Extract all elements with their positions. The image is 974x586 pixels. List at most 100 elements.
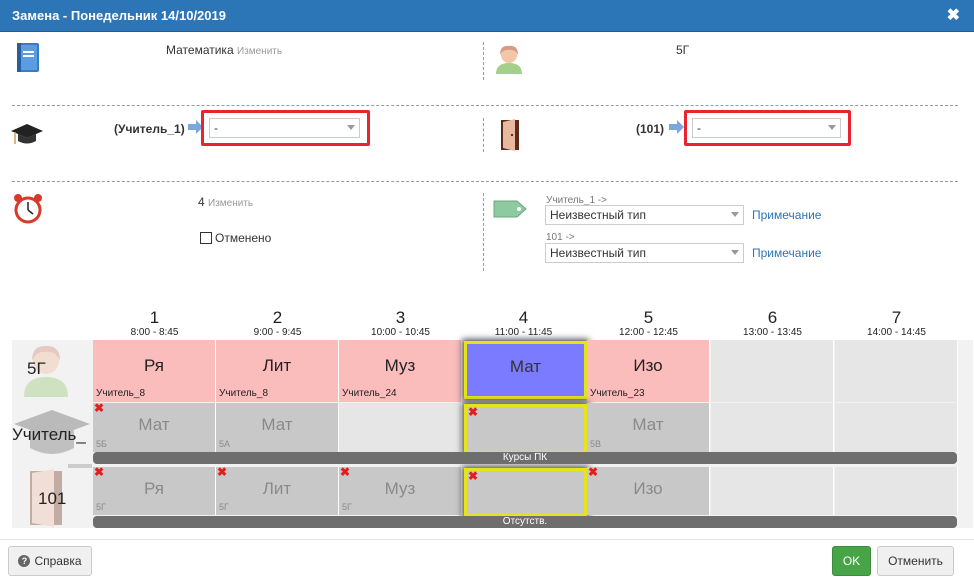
cell-subtitle: 5Г xyxy=(96,502,106,512)
teacher-cell[interactable]: Мат 5В xyxy=(587,403,710,452)
absence-bar: Курсы ПК xyxy=(93,452,957,464)
cancelled-label: Отменено xyxy=(215,231,272,245)
cancel-button-label: Отменить xyxy=(888,554,943,568)
cell-subtitle: 5Г xyxy=(219,502,229,512)
teacher-cell[interactable] xyxy=(835,403,958,452)
room-type-value: Неизвестный тип xyxy=(550,246,646,260)
group-cell[interactable]: Муз Учитель_24 xyxy=(339,340,462,402)
teacher-cell[interactable] xyxy=(339,403,462,452)
subject-value: Математика xyxy=(166,43,234,57)
cell-subtitle: 5А xyxy=(219,439,231,449)
teacher-note-link[interactable]: Примечание xyxy=(752,208,821,222)
cell-subject: Ря xyxy=(144,356,164,375)
room-cell[interactable]: ✖ Изо xyxy=(587,467,710,515)
period-time: 10:00 - 10:45 xyxy=(371,327,430,338)
room-type-select[interactable]: Неизвестный тип xyxy=(545,243,744,263)
period-time: 11:00 - 11:45 xyxy=(494,327,553,338)
room-type-caption: 101 -> xyxy=(546,232,575,243)
room-cell[interactable]: ✖ Лит 5Г xyxy=(216,467,339,515)
period-header: 5 12:00 - 12:45 xyxy=(587,309,710,339)
teacher-select-value: - xyxy=(214,121,218,135)
divider xyxy=(483,118,484,152)
teacher-label: (Учитель_1) xyxy=(114,122,185,136)
cell-subject: Мат xyxy=(261,415,293,434)
period-header: 1 8:00 - 8:45 xyxy=(93,309,216,339)
cell-subject: Муз xyxy=(384,356,416,375)
cell-subtitle: 5Г xyxy=(342,502,352,512)
cancel-button[interactable]: Отменить xyxy=(877,546,954,576)
dialog-titlebar: Замена - Понедельник 14/10/2019 ✖ xyxy=(0,0,974,32)
period-header: 4 11:00 - 11:45 xyxy=(462,309,585,339)
teacher-cell[interactable] xyxy=(711,403,834,452)
close-icon[interactable]: ✖ xyxy=(947,5,960,25)
room-label: (101) xyxy=(636,122,665,136)
close-icon[interactable]: ✖ xyxy=(217,467,227,478)
period-number: 6 xyxy=(767,308,778,327)
teacher-type-select[interactable]: Неизвестный тип xyxy=(545,205,744,225)
close-icon[interactable]: ✖ xyxy=(468,407,478,418)
room-cell[interactable] xyxy=(835,467,958,515)
subject-change-link[interactable]: Изменить xyxy=(237,46,282,57)
cell-subject: Лит xyxy=(262,479,292,498)
group-cell[interactable]: Изо Учитель_23 xyxy=(587,340,710,402)
teacher-cell[interactable]: Мат 5А xyxy=(216,403,339,452)
room-cell[interactable]: ✖ xyxy=(464,468,587,517)
group-cell[interactable] xyxy=(835,340,958,402)
footer-divider xyxy=(0,539,974,540)
ok-button[interactable]: OK xyxy=(832,546,871,576)
arrow-right-icon xyxy=(669,120,684,134)
room-cell[interactable]: ✖ Ря 5Г xyxy=(93,467,216,515)
period-number: 3 xyxy=(395,308,406,327)
period-time: 13:00 - 13:45 xyxy=(743,327,802,338)
cell-subject: Мат xyxy=(138,415,170,434)
period-header: 7 14:00 - 14:45 xyxy=(835,309,958,339)
close-icon[interactable]: ✖ xyxy=(340,467,350,478)
cancelled-checkbox[interactable] xyxy=(200,232,212,244)
teacher-select[interactable]: - xyxy=(209,118,360,138)
period-time: 12:00 - 12:45 xyxy=(619,327,678,338)
divider xyxy=(12,181,958,182)
help-button[interactable]: ? Справка xyxy=(8,546,92,576)
cell-subtitle: 5В xyxy=(590,439,602,449)
period-header: 6 13:00 - 13:45 xyxy=(711,309,834,339)
period-header: 2 9:00 - 9:45 xyxy=(216,309,339,339)
divider xyxy=(483,42,484,80)
close-icon[interactable]: ✖ xyxy=(94,403,104,414)
teacher-cell[interactable]: ✖ Мат 5Б xyxy=(93,403,216,452)
book-icon xyxy=(17,43,39,72)
lesson-change-link[interactable]: Изменить xyxy=(208,198,253,209)
group-cell[interactable] xyxy=(711,340,834,402)
cell-subject: Изо xyxy=(633,479,663,498)
room-cell[interactable]: ✖ Муз 5Г xyxy=(339,467,462,515)
alarm-clock-icon xyxy=(14,194,42,224)
room-cell[interactable] xyxy=(711,467,834,515)
group-cell[interactable]: Ря Учитель_8 xyxy=(93,340,216,402)
cell-subject: Ря xyxy=(144,479,164,498)
room-select[interactable]: - xyxy=(692,118,841,138)
absence-bar: Отсутств. xyxy=(93,516,957,528)
teacher-row-label: Учитель_ xyxy=(12,425,86,444)
close-icon[interactable]: ✖ xyxy=(94,467,104,478)
teacher-type-value: Неизвестный тип xyxy=(550,208,646,222)
group-cell[interactable]: Лит Учитель_8 xyxy=(216,340,339,402)
room-note-link[interactable]: Примечание xyxy=(752,246,821,260)
close-icon[interactable]: ✖ xyxy=(588,467,598,478)
period-number: 4 xyxy=(518,308,529,327)
help-icon: ? xyxy=(18,555,31,567)
divider xyxy=(12,105,958,106)
teacher-cell[interactable]: ✖ xyxy=(464,404,587,454)
period-header: 3 10:00 - 10:45 xyxy=(339,309,462,339)
cell-subject: Лит xyxy=(262,356,292,375)
cell-subtitle: Учитель_23 xyxy=(590,388,645,399)
room-row-label: 101 xyxy=(38,489,67,508)
student-icon xyxy=(496,45,522,74)
group-cell[interactable]: Мат xyxy=(464,341,587,399)
cell-subject: Изо xyxy=(633,356,663,375)
dialog-title: Замена - Понедельник 14/10/2019 xyxy=(12,8,226,23)
chevron-down-icon xyxy=(731,250,739,255)
cell-subject: Мат xyxy=(509,357,542,376)
graduation-cap-icon xyxy=(11,124,43,144)
cell-subtitle: Учитель_8 xyxy=(219,388,269,399)
period-number: 2 xyxy=(272,308,283,327)
close-icon[interactable]: ✖ xyxy=(468,471,478,482)
